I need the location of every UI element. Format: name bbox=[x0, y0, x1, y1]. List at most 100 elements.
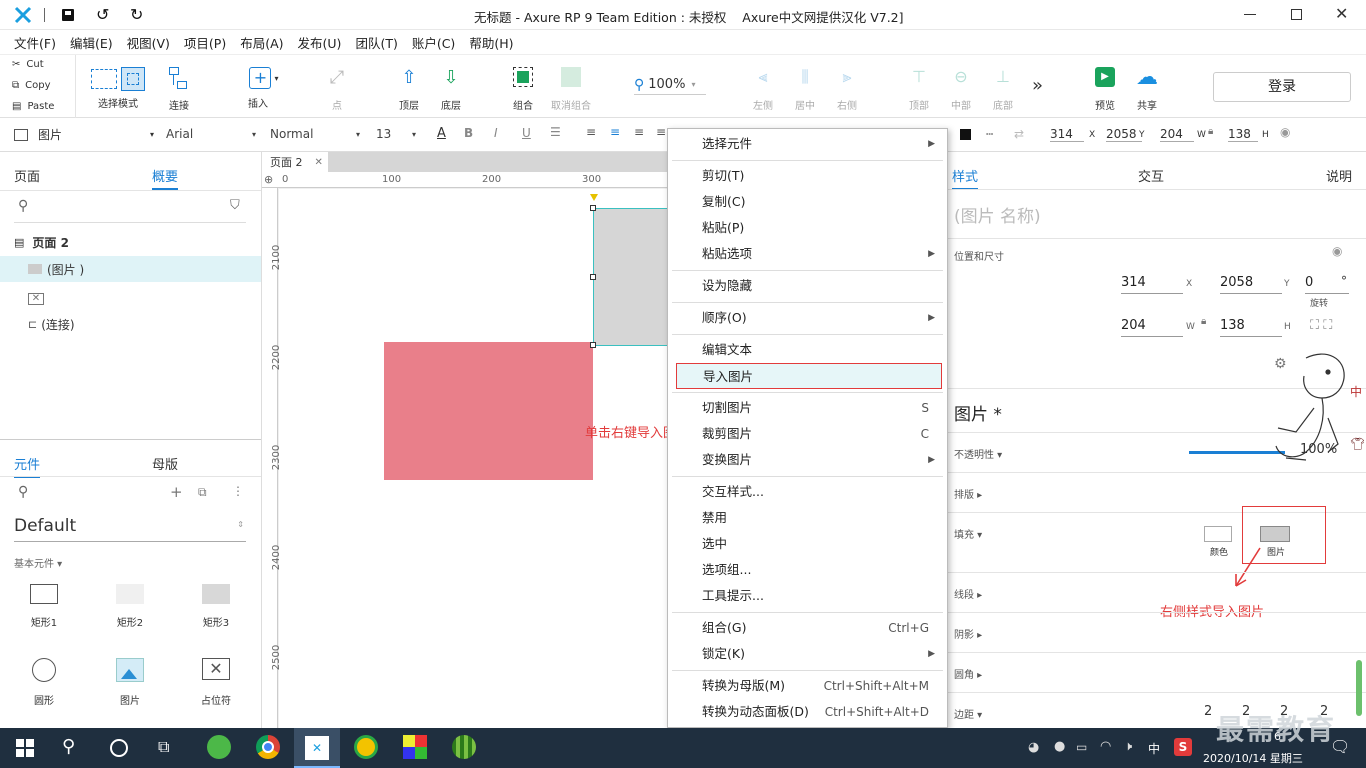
fill-color-swatch[interactable] bbox=[960, 129, 971, 140]
send-to-back-button[interactable]: ⇩ 底层 bbox=[436, 67, 466, 112]
ctx-edit-text[interactable]: 编辑文本 bbox=[668, 337, 947, 363]
login-button[interactable]: 登录 bbox=[1213, 72, 1351, 102]
menu-team[interactable]: 团队(T) bbox=[355, 33, 397, 52]
paste-button[interactable]: ▤ Paste bbox=[12, 101, 54, 112]
ctx-paste[interactable]: 粘贴(P) bbox=[668, 215, 947, 241]
tab-widgets[interactable]: 元件 bbox=[14, 454, 41, 478]
ctx-select-widget[interactable]: 选择元件 ▶ bbox=[668, 131, 947, 157]
ime-indicator[interactable]: 中 bbox=[1148, 740, 1160, 757]
ctx-crop-image[interactable]: 裁剪图片 C bbox=[668, 421, 947, 447]
outline-page-node[interactable]: ▤ 页面 2 bbox=[14, 234, 69, 251]
ctx-option-group[interactable]: 选项组... bbox=[668, 557, 947, 583]
cut-button[interactable]: ✂ Cut bbox=[12, 59, 44, 70]
stroke-section[interactable]: 线段 ▸ bbox=[954, 586, 982, 601]
ctx-cut[interactable]: 剪切(T) bbox=[668, 163, 947, 189]
align-middle-button[interactable]: ⊖ 中部 bbox=[946, 67, 976, 112]
underline-icon[interactable]: U bbox=[522, 126, 531, 140]
redo-icon[interactable]: ↻ bbox=[130, 5, 143, 24]
pink-rectangle[interactable] bbox=[384, 342, 593, 480]
tab-pages[interactable]: 页面 bbox=[14, 166, 40, 185]
style-dropdown[interactable]: 图片 ▾ bbox=[14, 126, 154, 143]
font-weight-dropdown[interactable]: Normal ▾ bbox=[270, 127, 360, 141]
copy-button[interactable]: ⧉ Copy bbox=[12, 80, 51, 91]
outline-item-connector[interactable]: ⊏ (连接) bbox=[28, 316, 75, 333]
ctx-paste-options[interactable]: 粘贴选项 ▶ bbox=[668, 241, 947, 267]
font-size-dropdown[interactable]: 13 ▾ bbox=[376, 127, 416, 141]
more-options-icon[interactable]: ⋮ bbox=[232, 484, 244, 498]
sogou-icon[interactable]: S bbox=[1174, 738, 1192, 756]
format-w-input[interactable]: 204 bbox=[1160, 127, 1194, 142]
tab-masters[interactable]: 母版 bbox=[152, 454, 178, 473]
ctx-group[interactable]: 组合(G) Ctrl+G bbox=[668, 615, 947, 641]
ctx-lock[interactable]: 锁定(K) ▶ bbox=[668, 641, 947, 667]
page-tab[interactable]: 页面 2 ✕ bbox=[262, 152, 328, 172]
close-tab-icon[interactable]: ✕ bbox=[315, 157, 323, 168]
save-icon[interactable] bbox=[62, 9, 74, 21]
taskbar-app-refresh-icon[interactable] bbox=[207, 735, 231, 759]
text-color-icon[interactable]: A bbox=[437, 126, 446, 141]
taskbar-app-colorful-icon[interactable] bbox=[403, 735, 427, 759]
close-button[interactable]: ✕ bbox=[1335, 4, 1348, 23]
widget-image[interactable]: 图片 bbox=[100, 658, 160, 707]
taskbar-app-green-icon[interactable] bbox=[354, 735, 378, 759]
cortana-icon[interactable] bbox=[110, 739, 128, 757]
outline-filter-icon[interactable]: ⛉ bbox=[230, 198, 240, 213]
ctx-order[interactable]: 顺序(O) ▶ bbox=[668, 305, 947, 331]
point-button[interactable]: ⤢ 点 bbox=[322, 67, 352, 112]
ctx-convert-dynamic-panel[interactable]: 转换为动态面板(D) Ctrl+Shift+Alt+D bbox=[668, 699, 947, 725]
menu-publish[interactable]: 发布(U) bbox=[298, 33, 342, 52]
widget-search-icon[interactable]: ⚲ bbox=[18, 484, 28, 500]
list-icon[interactable]: ☰ bbox=[550, 125, 561, 139]
widget-rect1[interactable]: 矩形1 bbox=[14, 584, 74, 629]
outline-item-placeholder[interactable]: ✕ bbox=[28, 290, 44, 305]
format-x-input[interactable]: 314 bbox=[1050, 127, 1084, 142]
widget-rect2[interactable]: 矩形2 bbox=[100, 584, 160, 629]
ctx-interaction-styles[interactable]: 交互样式... bbox=[668, 479, 947, 505]
tab-style[interactable]: 样式 bbox=[952, 166, 979, 190]
widget-rect3[interactable]: 矩形3 bbox=[186, 584, 246, 629]
bold-icon[interactable]: B bbox=[464, 126, 473, 140]
align-bottom-button[interactable]: ⊥ 底部 bbox=[988, 67, 1018, 112]
ctx-tooltip[interactable]: 工具提示... bbox=[668, 583, 947, 609]
clock-date[interactable]: 2020/10/14 星期三 bbox=[1203, 750, 1303, 766]
bring-to-front-button[interactable]: ⇧ 顶层 bbox=[394, 67, 424, 112]
visibility-eye-icon[interactable]: ◉ bbox=[1280, 125, 1290, 139]
resize-handle[interactable] bbox=[590, 274, 596, 280]
ctx-set-hidden[interactable]: 设为隐藏 bbox=[668, 273, 947, 299]
ctx-copy[interactable]: 复制(C) bbox=[668, 189, 947, 215]
align-center-button[interactable]: ⫼ 居中 bbox=[790, 67, 820, 112]
taskbar-app-bamboo-icon[interactable] bbox=[452, 735, 476, 759]
add-library-icon[interactable]: + bbox=[170, 483, 183, 501]
tab-interactions[interactable]: 交互 bbox=[1138, 166, 1164, 185]
library-menu-icon[interactable]: ⧉ bbox=[198, 485, 207, 500]
insert-button[interactable]: + ▾ 插入 bbox=[244, 67, 284, 110]
maximize-button[interactable] bbox=[1291, 9, 1302, 20]
tab-notes[interactable]: 说明 bbox=[1326, 166, 1352, 185]
text-align-center-icon[interactable]: ≡ bbox=[610, 125, 620, 139]
menu-arrange[interactable]: 布局(A) bbox=[240, 33, 283, 52]
shadow-section[interactable]: 阴影 ▸ bbox=[954, 626, 982, 641]
notification-icon[interactable]: 🗨︎ bbox=[1330, 737, 1350, 756]
ctx-transform-image[interactable]: 变换图片 ▶ bbox=[668, 447, 947, 473]
layout-section[interactable]: 排版 ▸ bbox=[954, 486, 982, 501]
tray-battery-icon[interactable]: ▭ bbox=[1076, 740, 1087, 754]
text-align-right-icon[interactable]: ≡ bbox=[634, 125, 644, 139]
widget-circle[interactable]: 圆形 bbox=[14, 658, 74, 707]
format-y-input[interactable]: 2058 bbox=[1106, 127, 1142, 142]
opacity-label[interactable]: 不透明性 ▾ bbox=[954, 446, 1002, 461]
preview-button[interactable]: ▶ 预览 bbox=[1090, 67, 1120, 112]
border-style-icon[interactable]: ┅ bbox=[986, 127, 993, 141]
ctx-disable[interactable]: 禁用 bbox=[668, 505, 947, 531]
chrome-icon[interactable] bbox=[256, 735, 280, 759]
eye-icon[interactable]: ◉ bbox=[1332, 244, 1342, 258]
menu-help[interactable]: 帮助(H) bbox=[469, 33, 513, 52]
border-arrow-icon[interactable]: ⇄ bbox=[1014, 127, 1024, 141]
resize-handle[interactable] bbox=[590, 342, 596, 348]
menu-file[interactable]: 文件(F) bbox=[14, 33, 56, 52]
fill-section[interactable]: 填充 ▾ bbox=[954, 526, 982, 541]
wechat-tray-icon[interactable]: ◕ bbox=[1028, 740, 1039, 755]
x-input[interactable]: 314 bbox=[1121, 272, 1183, 294]
ctx-import-image[interactable]: 导入图片 bbox=[676, 363, 942, 389]
wifi-icon[interactable]: ◠ bbox=[1100, 739, 1111, 754]
menu-edit[interactable]: 编辑(E) bbox=[70, 33, 113, 52]
